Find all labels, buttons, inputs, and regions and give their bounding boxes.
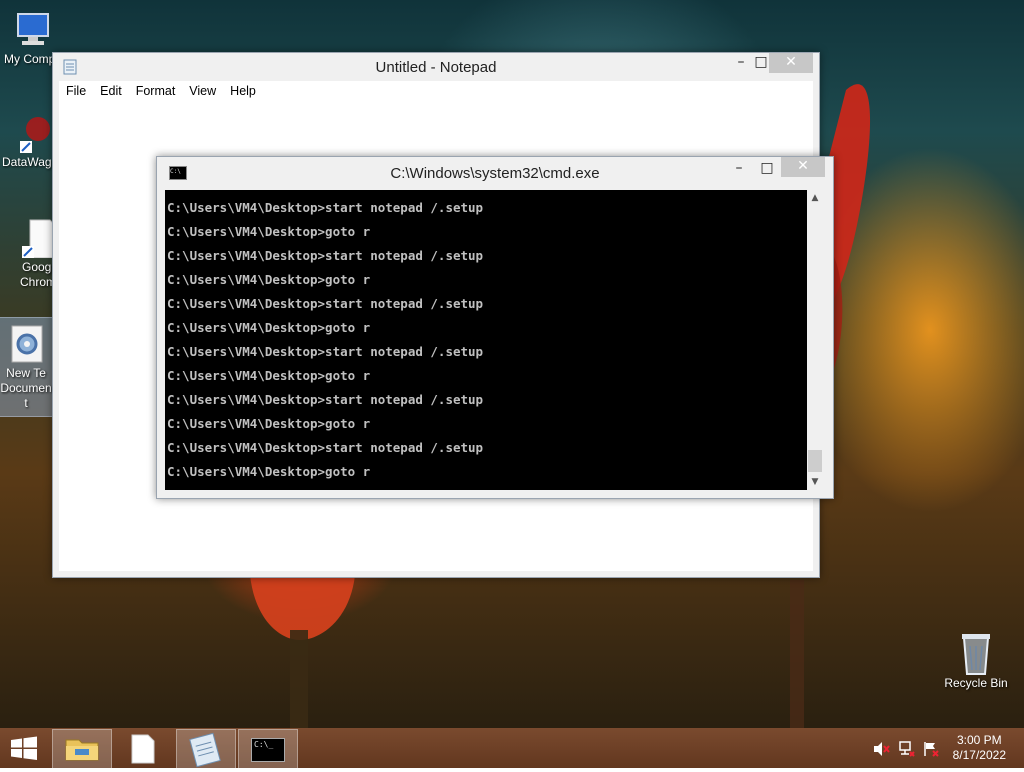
- scroll-down-arrow[interactable]: ▼: [807, 474, 823, 490]
- console-line: C:\Users\VM4\Desktop>goto r: [167, 368, 371, 383]
- volume-muted-icon[interactable]: [872, 740, 890, 762]
- scroll-thumb[interactable]: [808, 450, 822, 472]
- taskbar-notepad-button[interactable]: [176, 729, 236, 769]
- notepad-maximize-button[interactable]: □: [753, 53, 769, 73]
- taskbar-blank-document-button[interactable]: [114, 729, 172, 767]
- notepad-minimize-button[interactable]: –: [727, 53, 755, 73]
- cmd-minimize-button[interactable]: –: [725, 159, 753, 179]
- console-line: C:\Users\VM4\Desktop>start notepad /.set…: [167, 392, 484, 407]
- notepad-titlebar[interactable]: Untitled - Notepad – □ ✕: [53, 53, 819, 81]
- console-line: C:\Users\VM4\Desktop>goto r: [167, 272, 371, 287]
- cmd-scrollbar[interactable]: ▲ ▼: [807, 190, 823, 490]
- menu-help[interactable]: Help: [223, 81, 263, 101]
- console-line: C:\Users\VM4\Desktop>start notepad /.set…: [167, 248, 484, 263]
- notepad-menubar: File Edit Format View Help: [59, 81, 813, 104]
- system-tray: [872, 740, 942, 758]
- windows-logo-icon: [11, 736, 37, 760]
- network-icon[interactable]: [898, 740, 916, 762]
- notepad-title: Untitled - Notepad: [375, 59, 497, 76]
- cmd-maximize-button[interactable]: □: [753, 159, 781, 179]
- cmd-window[interactable]: C:\ C:\Windows\system32\cmd.exe – □ ✕ C:…: [156, 156, 834, 499]
- desktop-icon-label-line2: Documen: [0, 381, 52, 395]
- cmd-taskbar-icon: C:\_: [251, 738, 285, 762]
- desktop-icon-new-text-document[interactable]: New Te Documen t: [0, 317, 53, 417]
- console-line: C:\Users\VM4\Desktop>goto r: [167, 464, 371, 479]
- menu-view[interactable]: View: [182, 81, 223, 101]
- blank-document-icon: [131, 734, 155, 764]
- cmd-close-button[interactable]: ✕: [781, 157, 825, 177]
- cmd-taskbar-icon-text: C:\_: [254, 740, 274, 749]
- cmd-titlebar[interactable]: C:\ C:\Windows\system32\cmd.exe – □ ✕: [157, 157, 833, 187]
- file-explorer-icon: [65, 739, 99, 761]
- desktop-icon-label-line3: t: [24, 396, 28, 410]
- text-document-gear-icon: [6, 324, 46, 364]
- desktop[interactable]: My Comp DataWag Googl Chrom New Te Docum…: [0, 0, 1024, 728]
- desktop-icon-label: Recycle Bin: [944, 676, 1008, 690]
- menu-file[interactable]: File: [59, 81, 93, 101]
- taskbar-cmd-button[interactable]: C:\_: [238, 729, 298, 769]
- console-line: C:\Users\VM4\Desktop>start notepad /.set…: [167, 344, 484, 359]
- notepad-close-button[interactable]: ✕: [769, 53, 813, 73]
- taskbar: C:\_ 3:00 PM 8/17/2022: [0, 728, 1024, 769]
- action-center-flag-icon[interactable]: [922, 740, 940, 762]
- taskbar-file-explorer-button[interactable]: [52, 729, 112, 769]
- cmd-console[interactable]: C:\Users\VM4\Desktop>start notepad /.set…: [165, 190, 807, 490]
- menu-format[interactable]: Format: [129, 81, 183, 101]
- clock-time: 3:00 PM: [956, 733, 1002, 747]
- console-line: C:\Users\VM4\Desktop>goto r: [167, 416, 371, 431]
- menu-edit[interactable]: Edit: [93, 81, 129, 101]
- desktop-icon-datawag[interactable]: DataWag: [2, 113, 58, 170]
- desktop-icon-recycle-bin[interactable]: Recycle Bin: [944, 630, 1008, 691]
- taskbar-clock[interactable]: 3:00 PM 8/17/2022: [953, 733, 1006, 763]
- console-line: C:\Users\VM4\Desktop>start notepad /.set…: [167, 440, 484, 455]
- recycle-bin-icon: [956, 630, 996, 675]
- desktop-icon-label: DataWag: [2, 155, 52, 169]
- computer-icon: [12, 10, 52, 50]
- scroll-up-arrow[interactable]: ▲: [807, 190, 823, 206]
- clock-date: 8/17/2022: [952, 748, 1006, 762]
- datawag-shortcut-icon: [10, 113, 50, 153]
- desktop-icon-label-line1: New Te: [6, 366, 46, 380]
- start-button[interactable]: [0, 729, 48, 767]
- console-line: C:\Users\VM4\Desktop>goto r: [167, 224, 371, 239]
- console-line: C:\Users\VM4\Desktop>goto r: [167, 320, 371, 335]
- console-line: C:\Users\VM4\Desktop>start notepad /.set…: [167, 200, 484, 215]
- console-line: C:\Users\VM4\Desktop>start notepad /.set…: [167, 296, 484, 311]
- notepad-icon: [189, 732, 221, 768]
